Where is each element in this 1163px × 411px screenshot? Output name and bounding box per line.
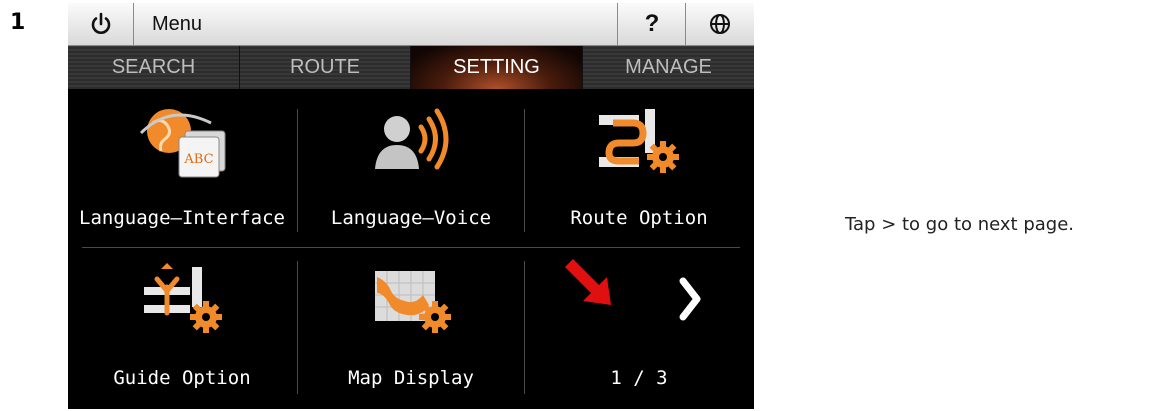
red-arrow-annotation [565, 259, 611, 305]
tab-bar: SEARCH ROUTE SETTING MANAGE [68, 46, 754, 89]
route-option-label: Route Option [570, 207, 708, 229]
map-display-icon [375, 271, 451, 333]
language-interface-button[interactable]: ABC Language—Interface [68, 89, 296, 249]
map-display-button[interactable]: Map Display [297, 249, 525, 409]
title-bar: Menu ? [68, 3, 754, 46]
guide-option-label: Guide Option [113, 367, 251, 389]
power-button[interactable] [68, 3, 134, 45]
map-display-label: Map Display [348, 367, 474, 389]
svg-text:ABC: ABC [183, 152, 213, 167]
language-interface-icon: ABC [139, 109, 226, 178]
route-option-button[interactable]: Route Option [525, 89, 753, 249]
power-icon [91, 12, 110, 34]
language-interface-label: Language—Interface [79, 207, 285, 229]
settings-grid: ABC Language—Interface Language—Voice Ro… [68, 89, 754, 409]
menu-button[interactable]: Menu [134, 3, 618, 45]
step-number: 1 [10, 10, 26, 35]
guide-option-button[interactable]: Guide Option [68, 249, 296, 409]
tab-setting[interactable]: SETTING [411, 46, 583, 89]
language-voice-label: Language—Voice [330, 207, 492, 229]
globe-button[interactable] [686, 3, 754, 45]
language-voice-button[interactable]: Language—Voice [297, 89, 525, 249]
tab-search[interactable]: SEARCH [68, 46, 240, 89]
tab-route[interactable]: ROUTE [240, 46, 411, 89]
guide-option-icon [144, 263, 222, 333]
navigation-screen: Menu ? SEARCH ROUTE SETTING MANAGE ABC L… [68, 3, 754, 409]
page-indicator: 1 / 3 [610, 367, 668, 389]
globe-icon [710, 14, 730, 34]
language-voice-icon [375, 108, 449, 170]
tab-manage[interactable]: MANAGE [583, 46, 754, 89]
next-page-icon [679, 277, 701, 321]
route-option-icon [599, 109, 679, 173]
next-page-button[interactable]: 1 / 3 [525, 249, 753, 409]
help-button[interactable]: ? [619, 3, 686, 45]
instruction-text: Tap > to go to next page. [845, 214, 1075, 235]
